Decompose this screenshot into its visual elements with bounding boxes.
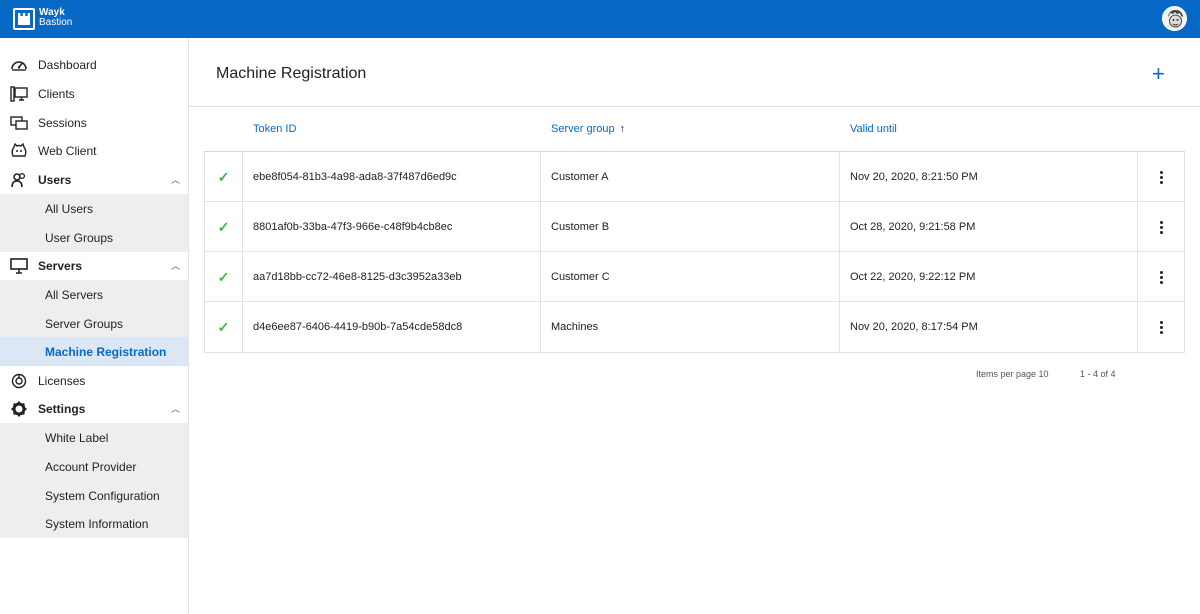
sidebar-item-label: Account Provider xyxy=(45,459,137,474)
sidebar-item-label: Licenses xyxy=(38,373,86,388)
column-header-server-group[interactable]: Server group ↑ xyxy=(551,123,625,135)
logo-line2: Bastion xyxy=(39,17,73,28)
server-group-cell: Customer B xyxy=(541,202,840,252)
server-group-cell: Customer C xyxy=(541,252,840,302)
server-group-cell: Customer A xyxy=(541,152,840,202)
sidebar-item-label: Server Groups xyxy=(45,316,124,331)
sidebar-item-server-groups[interactable]: Server Groups xyxy=(0,309,188,338)
sidebar-item-account-provider[interactable]: Account Provider xyxy=(0,452,188,481)
sidebar-item-white-label[interactable]: White Label xyxy=(0,423,188,452)
sidebar-item-user-groups[interactable]: User Groups xyxy=(0,223,188,252)
row-menu-button[interactable] xyxy=(1138,302,1184,352)
web-client-icon xyxy=(10,142,28,159)
kebab-menu-icon xyxy=(1159,220,1163,234)
sidebar-item-label: White Label xyxy=(45,430,109,445)
table-row[interactable]: ✓ aa7d18bb-cc72-46e8-8125-d3c3952a33eb C… xyxy=(205,252,1184,302)
check-icon: ✓ xyxy=(217,168,230,185)
sidebar-item-settings[interactable]: Settings ︿ xyxy=(0,394,188,423)
kebab-menu-icon xyxy=(1159,170,1163,184)
chevron-up-icon[interactable]: ︿ xyxy=(171,402,180,415)
chevron-up-icon[interactable]: ︿ xyxy=(171,173,180,186)
sidebar-item-label: Servers xyxy=(38,258,83,273)
monitor-icon xyxy=(10,257,28,274)
sidebar-item-label: Machine Registration xyxy=(45,344,167,359)
sidebar-item-machine-registration[interactable]: Machine Registration xyxy=(0,337,188,366)
sidebar-item-dashboard[interactable]: Dashboard xyxy=(0,50,188,79)
valid-until-cell: Nov 20, 2020, 8:21:50 PM xyxy=(840,152,1138,202)
sidebar-item-label: Users xyxy=(38,172,72,187)
castle-icon xyxy=(13,8,35,30)
items-per-page-select[interactable]: Items per page 10 xyxy=(976,369,1049,379)
sidebar-item-label: All Users xyxy=(45,201,94,216)
divider xyxy=(189,106,1200,107)
column-header-label: Server group xyxy=(551,123,615,135)
sidebar-item-clients[interactable]: Clients xyxy=(0,79,188,108)
valid-until-cell: Oct 28, 2020, 9:21:58 PM xyxy=(840,202,1138,252)
sidebar-item-all-servers[interactable]: All Servers xyxy=(0,280,188,309)
sessions-icon xyxy=(10,115,28,131)
table-row[interactable]: ✓ d4e6ee87-6406-4419-b90b-7a54cde58dc8 M… xyxy=(205,302,1184,352)
sidebar-item-web-client[interactable]: Web Client xyxy=(0,136,188,165)
sidebar-item-system-configuration[interactable]: System Configuration xyxy=(0,481,188,510)
wayk-bastion-logo[interactable]: Wayk Bastion xyxy=(13,8,72,30)
sidebar-item-label: Settings xyxy=(38,401,86,416)
column-header-valid-until[interactable]: Valid until xyxy=(850,123,897,135)
check-icon: ✓ xyxy=(217,268,230,285)
token-id-cell: d4e6ee87-6406-4419-b90b-7a54cde58dc8 xyxy=(243,302,541,352)
sidebar-item-label: Dashboard xyxy=(38,57,97,72)
sidebar-item-label: User Groups xyxy=(45,230,114,245)
sidebar-item-label: Sessions xyxy=(38,115,87,130)
gauge-icon xyxy=(10,57,28,73)
main-content: Machine Registration + Token ID Server g… xyxy=(189,38,1200,614)
sidebar-item-label: Web Client xyxy=(38,143,97,158)
add-button[interactable]: + xyxy=(1152,63,1165,85)
row-menu-button[interactable] xyxy=(1138,202,1184,252)
sidebar-item-licenses[interactable]: Licenses xyxy=(0,366,188,395)
sidebar-item-sessions[interactable]: Sessions xyxy=(0,108,188,137)
sidebar-item-label: System Configuration xyxy=(45,488,160,503)
sidebar-item-servers[interactable]: Servers ︿ xyxy=(0,251,188,280)
sidebar-item-all-users[interactable]: All Users xyxy=(0,194,188,223)
valid-until-cell: Oct 22, 2020, 9:22:12 PM xyxy=(840,252,1138,302)
server-group-cell: Machines xyxy=(541,302,840,352)
check-icon: ✓ xyxy=(217,218,230,235)
registration-table: ✓ ebe8f054-81b3-4a98-ada8-37f487d6ed9c C… xyxy=(204,151,1185,353)
sidebar-item-users[interactable]: Users ︿ xyxy=(0,165,188,194)
kebab-menu-icon xyxy=(1159,270,1163,284)
row-menu-button[interactable] xyxy=(1138,152,1184,202)
check-icon: ✓ xyxy=(217,318,230,335)
sidebar-item-label: System Information xyxy=(45,516,149,531)
table-row[interactable]: ✓ ebe8f054-81b3-4a98-ada8-37f487d6ed9c C… xyxy=(205,152,1184,202)
pagination-range: 1 - 4 of 4 xyxy=(1080,369,1116,379)
users-icon xyxy=(10,172,28,188)
token-id-cell: aa7d18bb-cc72-46e8-8125-d3c3952a33eb xyxy=(243,252,541,302)
row-menu-button[interactable] xyxy=(1138,252,1184,302)
sidebar: Dashboard Clients Sessions Web Client Us… xyxy=(0,38,189,614)
clients-icon xyxy=(10,85,28,102)
sort-ascending-icon: ↑ xyxy=(619,123,626,135)
sidebar-item-system-information[interactable]: System Information xyxy=(0,509,188,538)
chevron-up-icon[interactable]: ︿ xyxy=(171,259,180,272)
top-bar: Wayk Bastion xyxy=(0,0,1200,38)
valid-until-cell: Nov 20, 2020, 8:17:54 PM xyxy=(840,302,1138,352)
token-id-cell: 8801af0b-33ba-47f3-966e-c48f9b4cb8ec xyxy=(243,202,541,252)
page-title: Machine Registration xyxy=(216,65,367,82)
column-header-token-id[interactable]: Token ID xyxy=(253,123,296,135)
gear-icon xyxy=(10,401,28,417)
sidebar-item-label: All Servers xyxy=(45,287,104,302)
user-avatar[interactable] xyxy=(1162,6,1187,31)
kebab-menu-icon xyxy=(1159,320,1163,334)
sidebar-item-label: Clients xyxy=(38,86,75,101)
token-id-cell: ebe8f054-81b3-4a98-ada8-37f487d6ed9c xyxy=(243,152,541,202)
license-icon xyxy=(10,373,28,389)
table-row[interactable]: ✓ 8801af0b-33ba-47f3-966e-c48f9b4cb8ec C… xyxy=(205,202,1184,252)
